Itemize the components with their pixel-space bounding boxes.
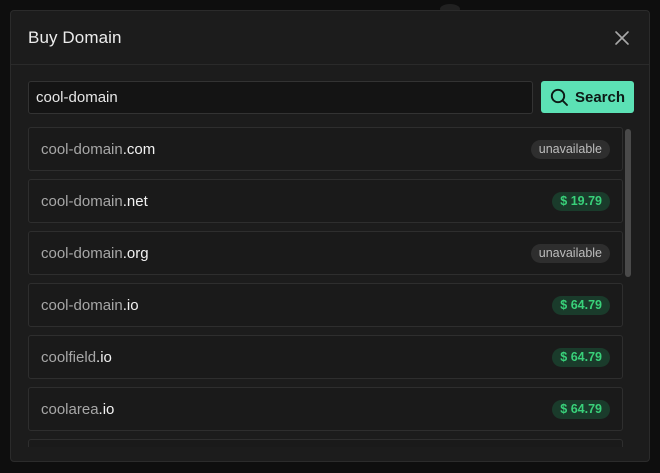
domain-result-row[interactable]: cool-domain.net $ 19.79 [28,179,623,223]
domain-tld: .com [122,141,156,158]
search-icon [550,88,568,106]
domain-base: coolarea [41,401,99,418]
price-badge: $ 64.79 [552,400,610,419]
domain-result-row[interactable]: cool-domain.io $ 64.79 [28,283,623,327]
domain-tld: .io [122,297,139,314]
search-button[interactable]: Search [541,81,634,113]
close-button[interactable] [613,29,631,47]
domain-name: cool-domain.org [41,245,149,262]
domain-base: cool-domain [41,245,123,262]
price-badge: $ 64.79 [552,348,610,367]
domain-result-row[interactable]: coolarea.io $ 64.79 [28,387,623,431]
price-badge: $ 64.79 [552,296,610,315]
domain-name: cool-domain.io [41,297,139,314]
domain-result-row[interactable]: coolfield.io $ 64.79 [28,335,623,379]
domain-tld: .org [122,245,149,262]
domain-base: coolfield [41,349,97,366]
price-badge: $ 19.79 [552,192,610,211]
search-button-label: Search [574,88,626,106]
dialog-title: Buy Domain [28,28,122,47]
domain-result-row[interactable]: cool-domain.com unavailable [28,127,623,171]
domain-tld: .net [122,193,148,210]
domain-results-list: cool-domain.com unavailable cool-domain.ne… [28,127,623,447]
domain-tld: .io [96,349,112,366]
unavailable-badge: unavailable [530,140,610,159]
domain-base: cool-domain [41,193,123,210]
domain-base: cool-domain [41,297,123,314]
domain-result-row[interactable]: cool-domain.org unavailable [28,231,623,275]
buy-domain-dialog: Buy Domain Search cool-domain.comunavail… [10,10,650,462]
unavailable-badge: unavailable [530,244,610,263]
domain-result-row[interactable] [28,439,623,447]
close-icon [615,31,629,45]
domain-name: coolfield.io [41,349,112,366]
dialog-header: Buy Domain [11,11,649,65]
domain-name: cool-domain.com [41,141,155,158]
domain-base: cool-domain [41,141,123,158]
domain-name: cool-domain.net [41,193,148,210]
domain-tld: .io [98,401,115,418]
domain-name: coolarea.io [41,401,114,418]
domain-search-input[interactable] [28,81,533,114]
results-scrollbar[interactable] [625,129,631,277]
